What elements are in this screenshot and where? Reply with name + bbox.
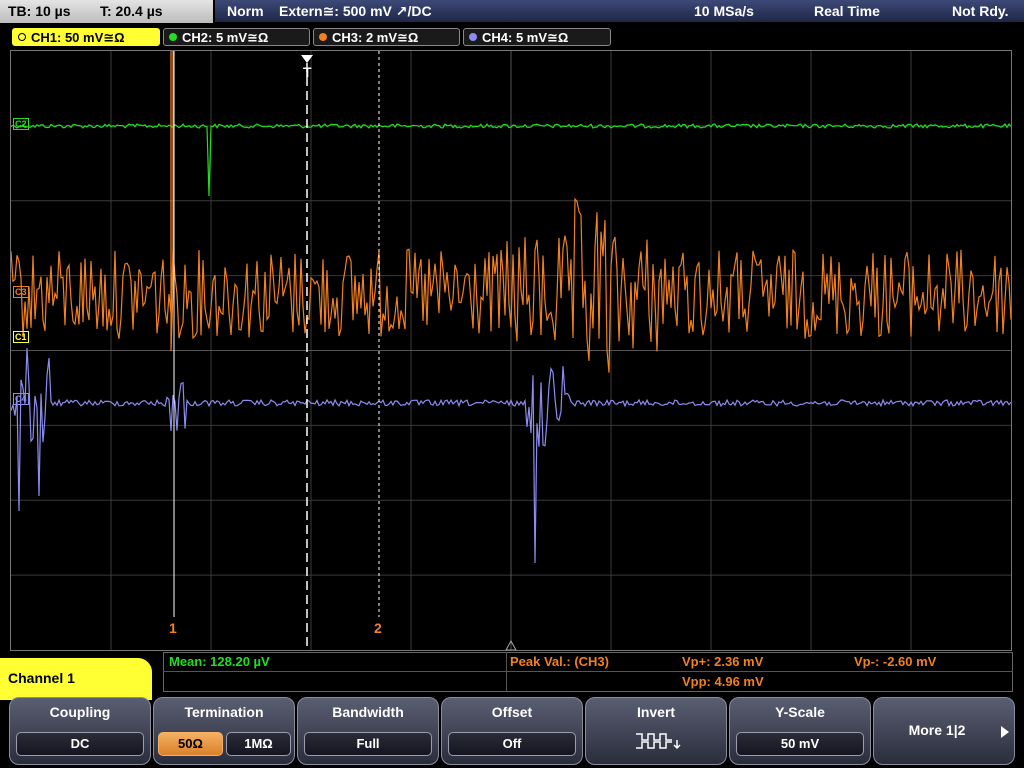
ch4-offset-tag[interactable]: C4 — [13, 393, 29, 405]
tab-ch1[interactable]: CH1: 50 mV≅Ω — [12, 28, 160, 46]
vpp-measurement: Vpp: 4.96 mV — [682, 674, 764, 689]
trigger-time-readout: T: 20.4 µs — [100, 3, 163, 19]
bandwidth-softkey[interactable]: Bandwidth Full — [297, 697, 439, 765]
mean-measurement: Mean: 128.20 µV — [169, 654, 270, 669]
y-scale-softkey[interactable]: Y-Scale 50 mV — [729, 697, 871, 765]
trigger-mode: Norm — [227, 3, 264, 19]
termination-softkey[interactable]: Termination 50Ω 1MΩ — [153, 697, 295, 765]
trigger-source: Extern≅: 500 mV ↗/DC — [279, 3, 432, 19]
invert-waveform-icon — [636, 733, 681, 750]
tab-ch2-label: CH2: 5 mV≅Ω — [182, 30, 269, 45]
ch4-color-dot — [469, 33, 477, 41]
offset-softkey[interactable]: Offset Off — [441, 697, 583, 765]
ch2-offset-tag[interactable]: C2 — [13, 118, 29, 130]
bandwidth-title: Bandwidth — [332, 704, 404, 720]
cursor-1-label: 1 — [169, 620, 177, 636]
vp-plus-measurement: Vp+: 2.36 mV — [682, 654, 764, 669]
waveform-canvas — [11, 51, 1011, 650]
vp-minus-measurement: Vp-: -2.60 mV — [854, 654, 937, 669]
ch3-color-dot — [319, 33, 327, 41]
offset-value-button[interactable]: Off — [448, 732, 576, 756]
trigger-marker-label: T — [303, 64, 312, 80]
ch1-offset-tag[interactable]: C1 — [13, 331, 29, 343]
arrow-right-icon — [1001, 726, 1009, 738]
waveform-display[interactable]: T 1 2 C2 C3 C1 C4 — [10, 50, 1012, 651]
menu-title-text: Channel 1 — [8, 670, 75, 686]
coupling-title: Coupling — [49, 704, 111, 720]
termination-title: Termination — [184, 704, 264, 720]
invert-softkey[interactable]: Invert — [585, 697, 727, 765]
ch3-offset-tag[interactable]: C3 — [13, 286, 29, 298]
tab-ch3-label: CH3: 2 mV≅Ω — [332, 30, 419, 45]
acquisition-mode: Real Time — [814, 3, 880, 19]
y-scale-title: Y-Scale — [775, 704, 825, 720]
ch2-color-dot — [169, 33, 177, 41]
timebase-box[interactable]: TB: 10 µs T: 20.4 µs — [0, 0, 213, 23]
timebase-readout: TB: 10 µs — [8, 3, 71, 19]
measurement-panel: Mean: 128.20 µV Peak Val.: (CH3) Vp+: 2.… — [163, 652, 1013, 692]
status-bar: TB: 10 µs T: 20.4 µs Norm Extern≅: 500 m… — [0, 0, 1024, 24]
tab-ch4-label: CH4: 5 mV≅Ω — [482, 30, 569, 45]
ch1-color-dot — [18, 33, 26, 41]
tab-ch1-label: CH1: 50 mV≅Ω — [31, 30, 125, 45]
menu-title: Channel 1 — [0, 658, 152, 700]
bandwidth-value-button[interactable]: Full — [304, 732, 432, 756]
tab-ch3[interactable]: CH3: 2 mV≅Ω — [313, 28, 460, 46]
trigger-state: Not Rdy. — [952, 3, 1009, 19]
more-softkey[interactable]: More 1|2 — [873, 697, 1015, 765]
graticule — [11, 51, 1011, 650]
tab-ch2[interactable]: CH2: 5 mV≅Ω — [163, 28, 310, 46]
coupling-value-button[interactable]: DC — [16, 732, 144, 756]
more-title: More 1|2 — [908, 722, 966, 738]
y-scale-value-button[interactable]: 50 mV — [736, 732, 864, 756]
acquisition-strip[interactable]: Norm Extern≅: 500 mV ↗/DC 10 MSa/s Real … — [215, 0, 1024, 22]
peak-value-label: Peak Val.: (CH3) — [510, 654, 609, 669]
invert-title: Invert — [636, 704, 676, 720]
cursor-2-label: 2 — [374, 620, 382, 636]
termination-50ohm-button[interactable]: 50Ω — [158, 732, 223, 756]
coupling-softkey[interactable]: Coupling DC — [9, 697, 151, 765]
tab-ch4[interactable]: CH4: 5 mV≅Ω — [463, 28, 611, 46]
sample-rate: 10 MSa/s — [694, 3, 754, 19]
termination-1mohm-button[interactable]: 1MΩ — [226, 732, 291, 756]
offset-title: Offset — [491, 704, 533, 720]
